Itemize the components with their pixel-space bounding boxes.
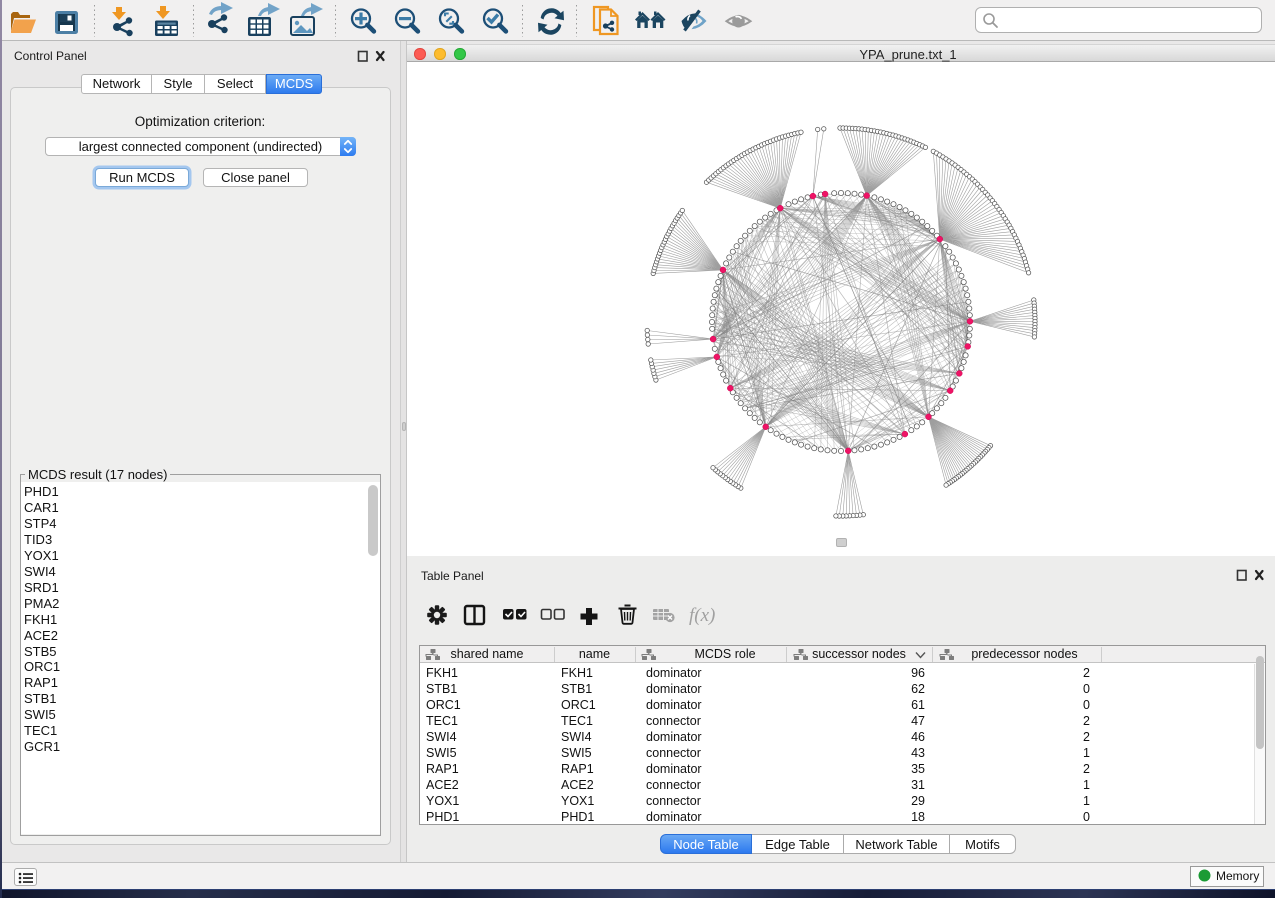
svg-text:f(x): f(x) bbox=[689, 605, 715, 626]
